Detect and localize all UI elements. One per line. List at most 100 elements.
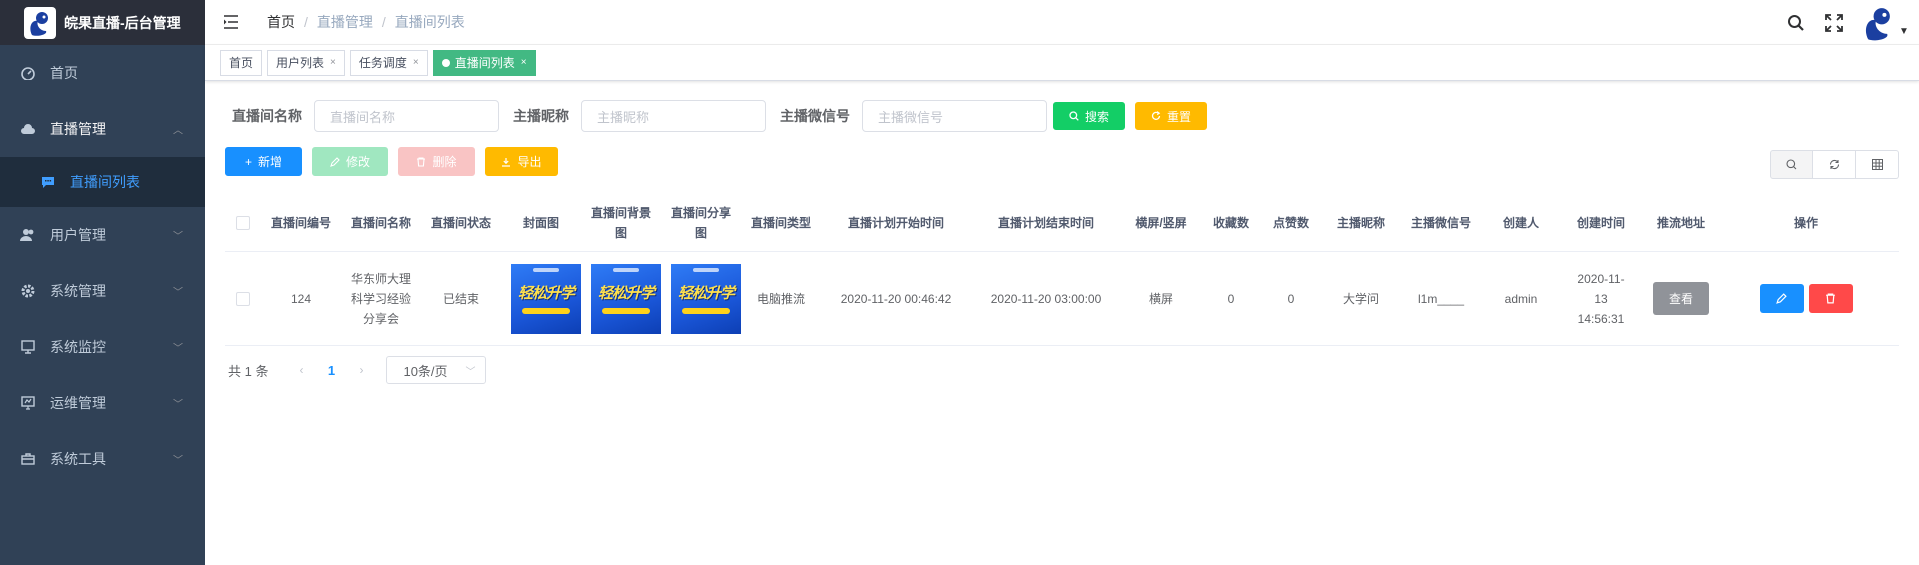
cell-nickname: 大学问 [1342, 291, 1379, 306]
hamburger-menu-icon[interactable] [211, 0, 251, 45]
sidebar-item-label: 直播管理 [50, 121, 106, 137]
breadcrumb: 首页 / 直播管理 / 直播间列表 [267, 12, 465, 32]
cell-creator: admin [1504, 291, 1538, 306]
sidebar-item-system-management[interactable]: 系统管理 ﹀ [0, 263, 205, 319]
app-root: 皖果直播-后台管理 首页 直播管理 ︿ 直播间列表 用户管理 ﹀ 系统管理 ﹀ … [0, 0, 1919, 565]
search-icon[interactable] [1777, 0, 1815, 45]
row-delete-button[interactable] [1808, 284, 1853, 313]
logo[interactable]: 皖果直播-后台管理 [0, 0, 205, 45]
wechat-label: 主播微信号 [780, 108, 850, 124]
image-decoration [602, 307, 650, 314]
cell-room-id: 124 [290, 291, 312, 306]
caret-down-icon[interactable]: ▼ [1899, 26, 1919, 37]
search-form: 直播间名称 直播间名称 主播昵称 主播昵称 主播微信号 主播微信号 搜索 重置 [232, 100, 1207, 132]
export-button[interactable]: 导出 [485, 147, 558, 176]
page-number[interactable]: 1 [316, 363, 346, 378]
tag-live-room-list[interactable]: 直播间列表 × [432, 49, 536, 76]
pagination: 共 1 条 ‹ 1 › 10条/页 ﹀ [228, 356, 487, 384]
breadcrumb-home[interactable]: 首页 [267, 12, 295, 32]
sidebar-item-ops-management[interactable]: 运维管理 ﹀ [0, 375, 205, 431]
gear-icon [20, 283, 36, 299]
chat-icon [40, 174, 56, 190]
room-name-label: 直播间名称 [232, 108, 302, 124]
avatar[interactable] [1859, 3, 1899, 43]
close-icon[interactable]: × [521, 51, 527, 75]
add-button[interactable]: + 新增 [225, 147, 302, 176]
header-cell: 创建时间 [1576, 216, 1625, 230]
dashboard-icon [20, 65, 36, 81]
cell-created-time: 2020-11-13 14:56:31 [1577, 271, 1625, 326]
sidebar-item-label: 首页 [50, 65, 78, 81]
page-size-select[interactable]: 10条/页 ﹀ [386, 356, 487, 384]
close-icon[interactable]: × [330, 51, 336, 75]
tag-home[interactable]: 首页 [220, 49, 263, 76]
background-image[interactable]: 轻松升学 [591, 263, 661, 334]
chevron-down-icon: ﹀ [173, 455, 183, 467]
cell-background: 轻松升学 [581, 263, 661, 334]
room-name-input[interactable]: 直播间名称 [314, 100, 499, 132]
image-decoration [533, 267, 559, 272]
edit-button[interactable]: 修改 [312, 147, 388, 176]
share-image[interactable]: 轻松升学 [671, 263, 741, 334]
monitor-icon [20, 339, 36, 355]
tag-label: 直播间列表 [454, 55, 515, 70]
screen-icon [20, 395, 36, 411]
header-cell: 点赞数 [1272, 216, 1309, 230]
edit-icon [330, 156, 340, 167]
tag-user-list[interactable]: 用户列表 × [267, 49, 345, 76]
columns-icon[interactable] [1856, 150, 1899, 179]
cell-actions [1721, 284, 1891, 313]
view-stream-button[interactable]: 查看 [1653, 282, 1709, 315]
nickname-input[interactable]: 主播昵称 [581, 100, 766, 132]
header-cell: 直播间编号 [271, 216, 332, 230]
tag-label: 任务调度 [358, 55, 407, 70]
image-decoration [613, 267, 639, 272]
sidebar-item-user-management[interactable]: 用户管理 ﹀ [0, 207, 205, 263]
cell-likes: 0 [1287, 291, 1295, 306]
sidebar-item-system-monitor[interactable]: 系统监控 ﹀ [0, 319, 205, 375]
image-title: 轻松升学 [517, 284, 575, 302]
trash-icon [416, 156, 426, 167]
prev-page-icon[interactable]: ‹ [286, 363, 316, 377]
header-cell: 推流地址 [1656, 216, 1705, 230]
sidebar-item-home[interactable]: 首页 [0, 45, 205, 101]
data-table: 直播间编号 直播间名称 直播间状态 封面图 直播间背景图 直播间分享图 直播间类… [225, 195, 1899, 346]
trash-icon [1826, 293, 1835, 304]
chevron-down-icon: ﹀ [173, 399, 183, 411]
delete-button[interactable]: 删除 [398, 147, 475, 176]
cell-favorites: 0 [1227, 291, 1235, 306]
sidebar-subitem-live-room-list[interactable]: 直播间列表 [0, 157, 205, 207]
header-cell: 直播间名称 [351, 216, 412, 230]
delete-button-label: 删除 [432, 155, 457, 169]
cell-wechat: l1m____ [1417, 291, 1465, 306]
toggle-search-icon[interactable] [1770, 150, 1813, 179]
row-checkbox[interactable] [236, 291, 250, 306]
select-all-checkbox[interactable] [236, 216, 250, 230]
active-dot-icon [441, 58, 450, 67]
wechat-input[interactable]: 主播微信号 [862, 100, 1047, 132]
close-icon[interactable]: × [413, 51, 419, 75]
cell-cover: 轻松升学 [501, 263, 581, 334]
chevron-down-icon: ﹀ [173, 287, 183, 299]
export-button-label: 导出 [517, 155, 542, 169]
cloud-icon [20, 121, 36, 137]
sidebar-item-system-tools[interactable]: 系统工具 ﹀ [0, 431, 205, 487]
cover-image[interactable]: 轻松升学 [511, 263, 581, 334]
right-menu: ▼ [1777, 0, 1919, 45]
sidebar-item-live-management[interactable]: 直播管理 ︿ [0, 101, 205, 157]
chevron-down-icon: ﹀ [173, 343, 183, 355]
tag-task-schedule[interactable]: 任务调度 × [349, 49, 428, 76]
fullscreen-icon[interactable] [1815, 0, 1853, 45]
search-button[interactable]: 搜索 [1053, 102, 1125, 130]
next-page-icon[interactable]: › [346, 363, 376, 377]
cell-status: 已结束 [442, 291, 479, 306]
header-cell: 收藏数 [1212, 216, 1249, 230]
header-cell: 直播计划结束时间 [997, 216, 1094, 230]
reset-button[interactable]: 重置 [1135, 102, 1207, 130]
cell-start-time: 2020-11-20 00:46:42 [840, 291, 952, 306]
cell-orientation: 横屏 [1148, 291, 1173, 306]
download-icon [501, 157, 511, 167]
tags-view: 首页 用户列表 × 任务调度 × 直播间列表 × [205, 45, 1919, 81]
row-edit-button[interactable] [1759, 284, 1804, 313]
refresh-icon[interactable] [1813, 150, 1856, 179]
